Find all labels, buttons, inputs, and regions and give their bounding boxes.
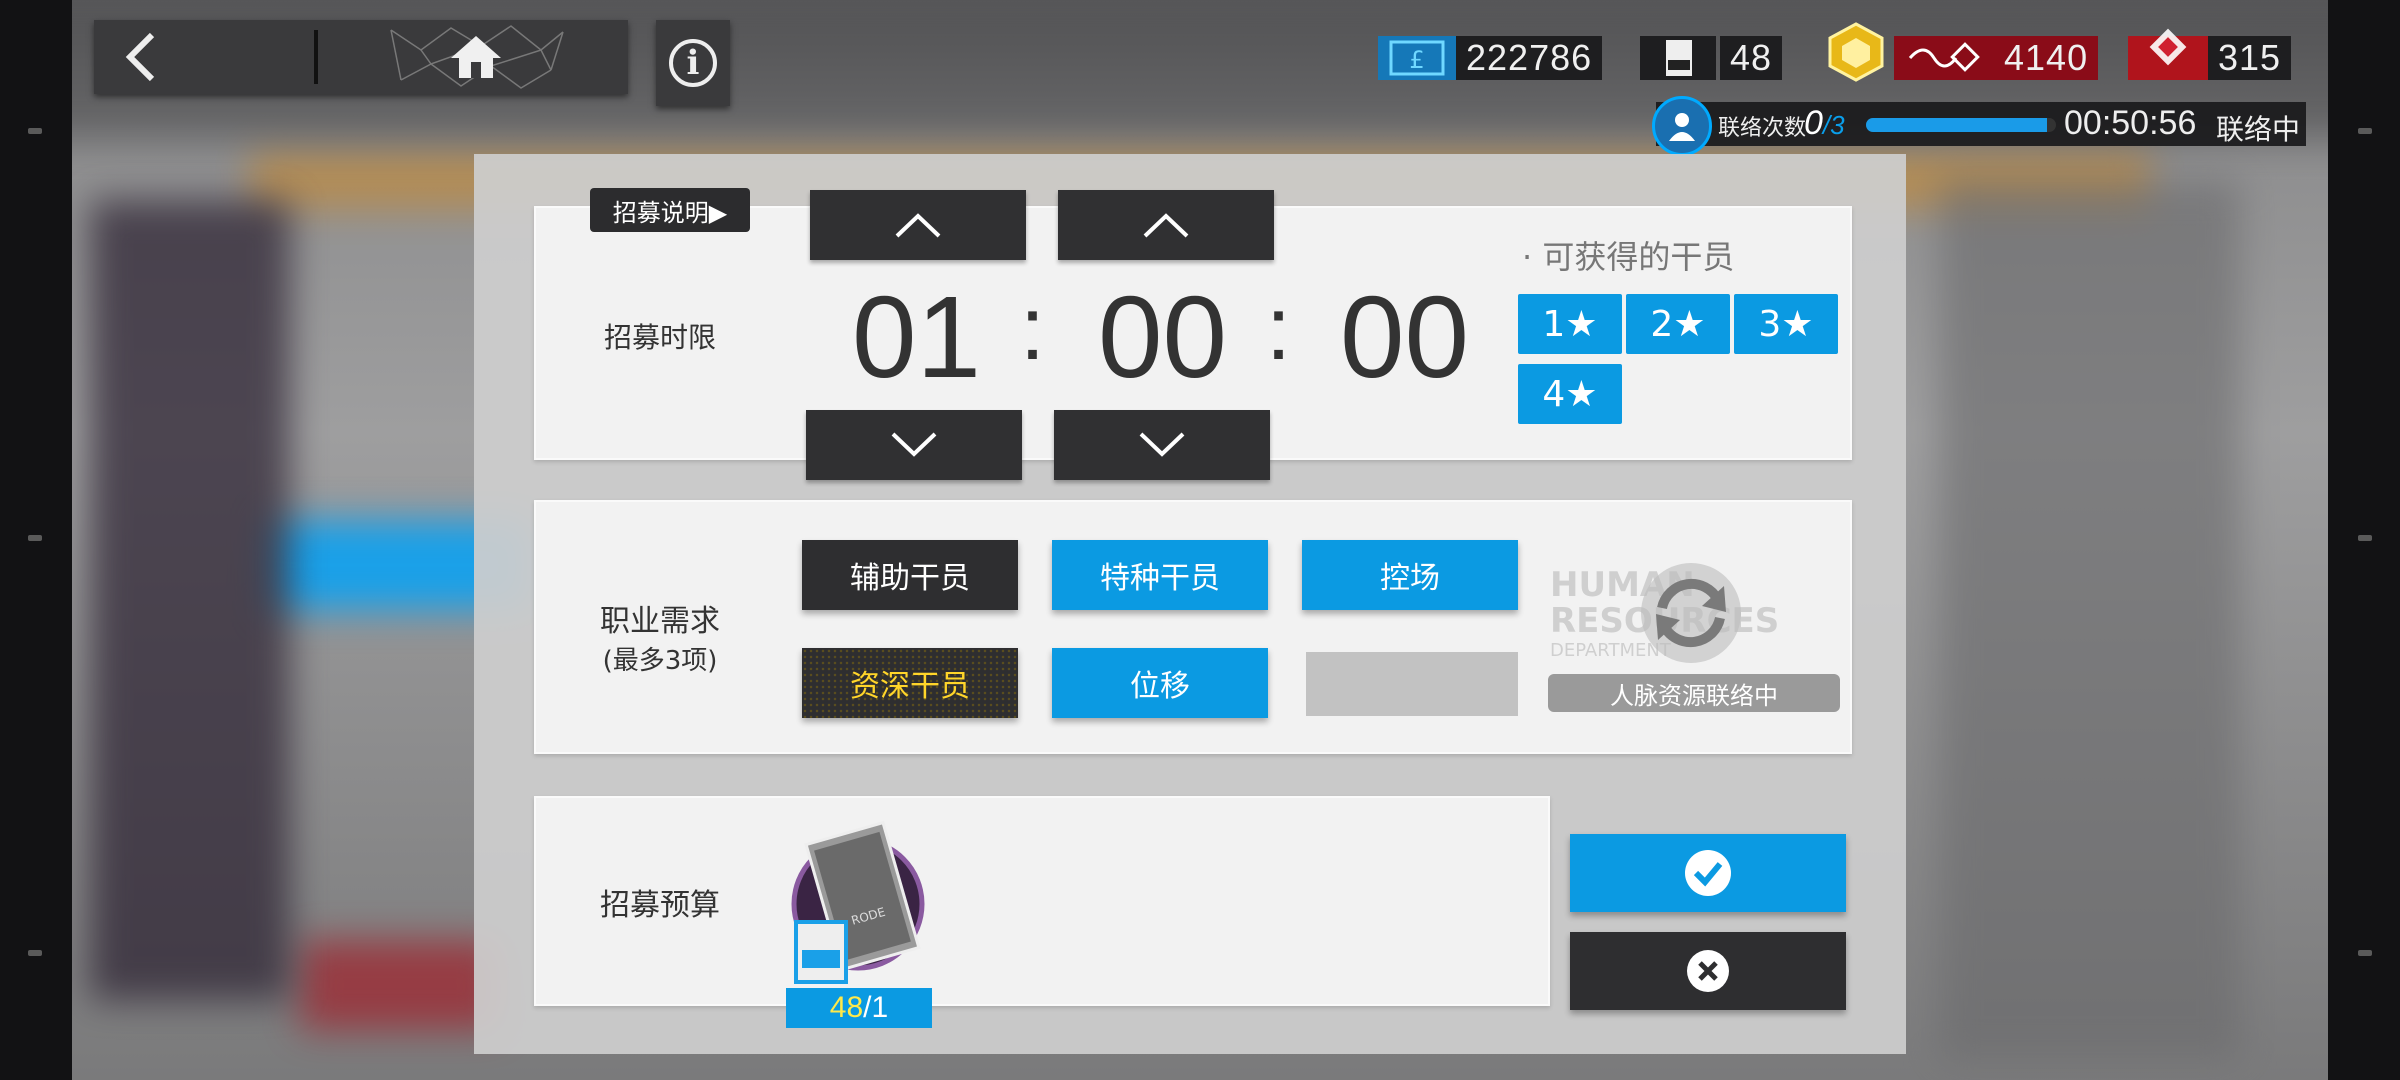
back-button[interactable]	[94, 20, 314, 94]
lmd-icon: £	[1378, 36, 1456, 80]
recruit-explain-button[interactable]: 招募说明▶	[590, 188, 750, 232]
hour-up-button[interactable]	[810, 190, 1026, 260]
budget-label: 招募预算	[600, 888, 720, 923]
home-icon	[451, 36, 501, 78]
home-button[interactable]	[376, 20, 576, 94]
minute-up-button[interactable]	[1058, 190, 1274, 260]
orundum-icon	[1818, 22, 1894, 82]
contact-status: 联络中	[2216, 113, 2301, 146]
contact-count: 0/3	[1804, 104, 1845, 143]
nav-divider	[314, 30, 318, 84]
top-nav	[94, 20, 628, 94]
recruit-permit-icon	[1640, 36, 1716, 80]
info-icon: i	[669, 39, 717, 87]
cancel-button[interactable]	[1570, 932, 1846, 1010]
contact-avatar-icon	[1652, 96, 1712, 156]
time-colon: :	[1020, 279, 1046, 379]
originite-prime-icon	[2128, 28, 2208, 80]
budget-count: 48/1	[786, 988, 932, 1028]
chevron-down-icon	[891, 432, 937, 457]
lmd-counter: £ 222786	[1378, 36, 1603, 80]
recruit-permit-value: 48	[1720, 36, 1783, 80]
chevron-down-icon	[1139, 432, 1185, 457]
star-2-badge: 2★	[1626, 294, 1730, 354]
budget-cost: /1	[863, 991, 889, 1024]
available-operators-label: · 可获得的干员	[1522, 238, 1735, 276]
tag-support-operator[interactable]: 辅助干员	[802, 540, 1018, 610]
chevron-up-icon	[895, 213, 941, 238]
originite-prime-counter: 315	[2128, 28, 2292, 80]
tag-crowd-control[interactable]: 控场	[1302, 540, 1518, 610]
job-requirement-sublabel: (最多3项)	[602, 646, 718, 676]
contact-progress-bar	[1866, 118, 2056, 132]
minutes-display: 00	[1098, 272, 1228, 402]
contact-status-bar: 联络次数 0/3 00:50:56 联络中	[1652, 96, 2306, 156]
left-edge-bar	[0, 0, 72, 1080]
tag-empty-slot	[1306, 652, 1518, 716]
orundum-counter: 4140	[1818, 22, 2099, 82]
job-requirement-label: 职业需求	[600, 604, 720, 639]
hr-connecting-status: 人脉资源联络中	[1548, 674, 1840, 712]
time-colon: :	[1266, 279, 1292, 379]
contact-timer: 00:50:56	[2064, 104, 2197, 142]
recruitment-permit-icon: RODE	[791, 820, 925, 984]
orundum-sigil-icon	[1894, 36, 1994, 80]
recruit-permit-counter: 48	[1640, 36, 1783, 80]
hours-display: 01	[852, 272, 982, 402]
contact-progress-fill	[1866, 118, 2047, 132]
lmd-value: 222786	[1456, 36, 1603, 80]
tag-shift[interactable]: 位移	[1052, 648, 1268, 718]
contact-count-label: 联络次数	[1718, 116, 1807, 141]
refresh-icon	[1641, 563, 1741, 663]
minute-down-button[interactable]	[1054, 410, 1270, 480]
star-1-badge: 1★	[1518, 294, 1622, 354]
budget-current: 48	[829, 991, 864, 1024]
tag-specialist-operator[interactable]: 特种干员	[1052, 540, 1268, 610]
check-icon	[1685, 850, 1731, 896]
time-limit-label: 招募时限	[603, 321, 716, 354]
close-icon	[1687, 950, 1729, 992]
seconds-display: 00	[1340, 272, 1470, 402]
star-3-badge: 3★	[1734, 294, 1838, 354]
right-edge-bar	[2328, 0, 2400, 1080]
originite-prime-value: 315	[2208, 36, 2292, 80]
hour-down-button[interactable]	[806, 410, 1022, 480]
svg-text:£: £	[1409, 46, 1424, 74]
contact-count-current: 0	[1804, 104, 1823, 142]
star-4-badge: 4★	[1518, 364, 1622, 424]
contact-count-max: /3	[1822, 110, 1845, 140]
info-button[interactable]: i	[656, 20, 730, 106]
confirm-button[interactable]	[1570, 834, 1846, 912]
back-arrow-icon	[125, 32, 155, 82]
chevron-up-icon	[1143, 213, 1189, 238]
tag-senior-operator[interactable]: 资深干员	[802, 648, 1018, 718]
orundum-value: 4140	[1994, 36, 2099, 80]
